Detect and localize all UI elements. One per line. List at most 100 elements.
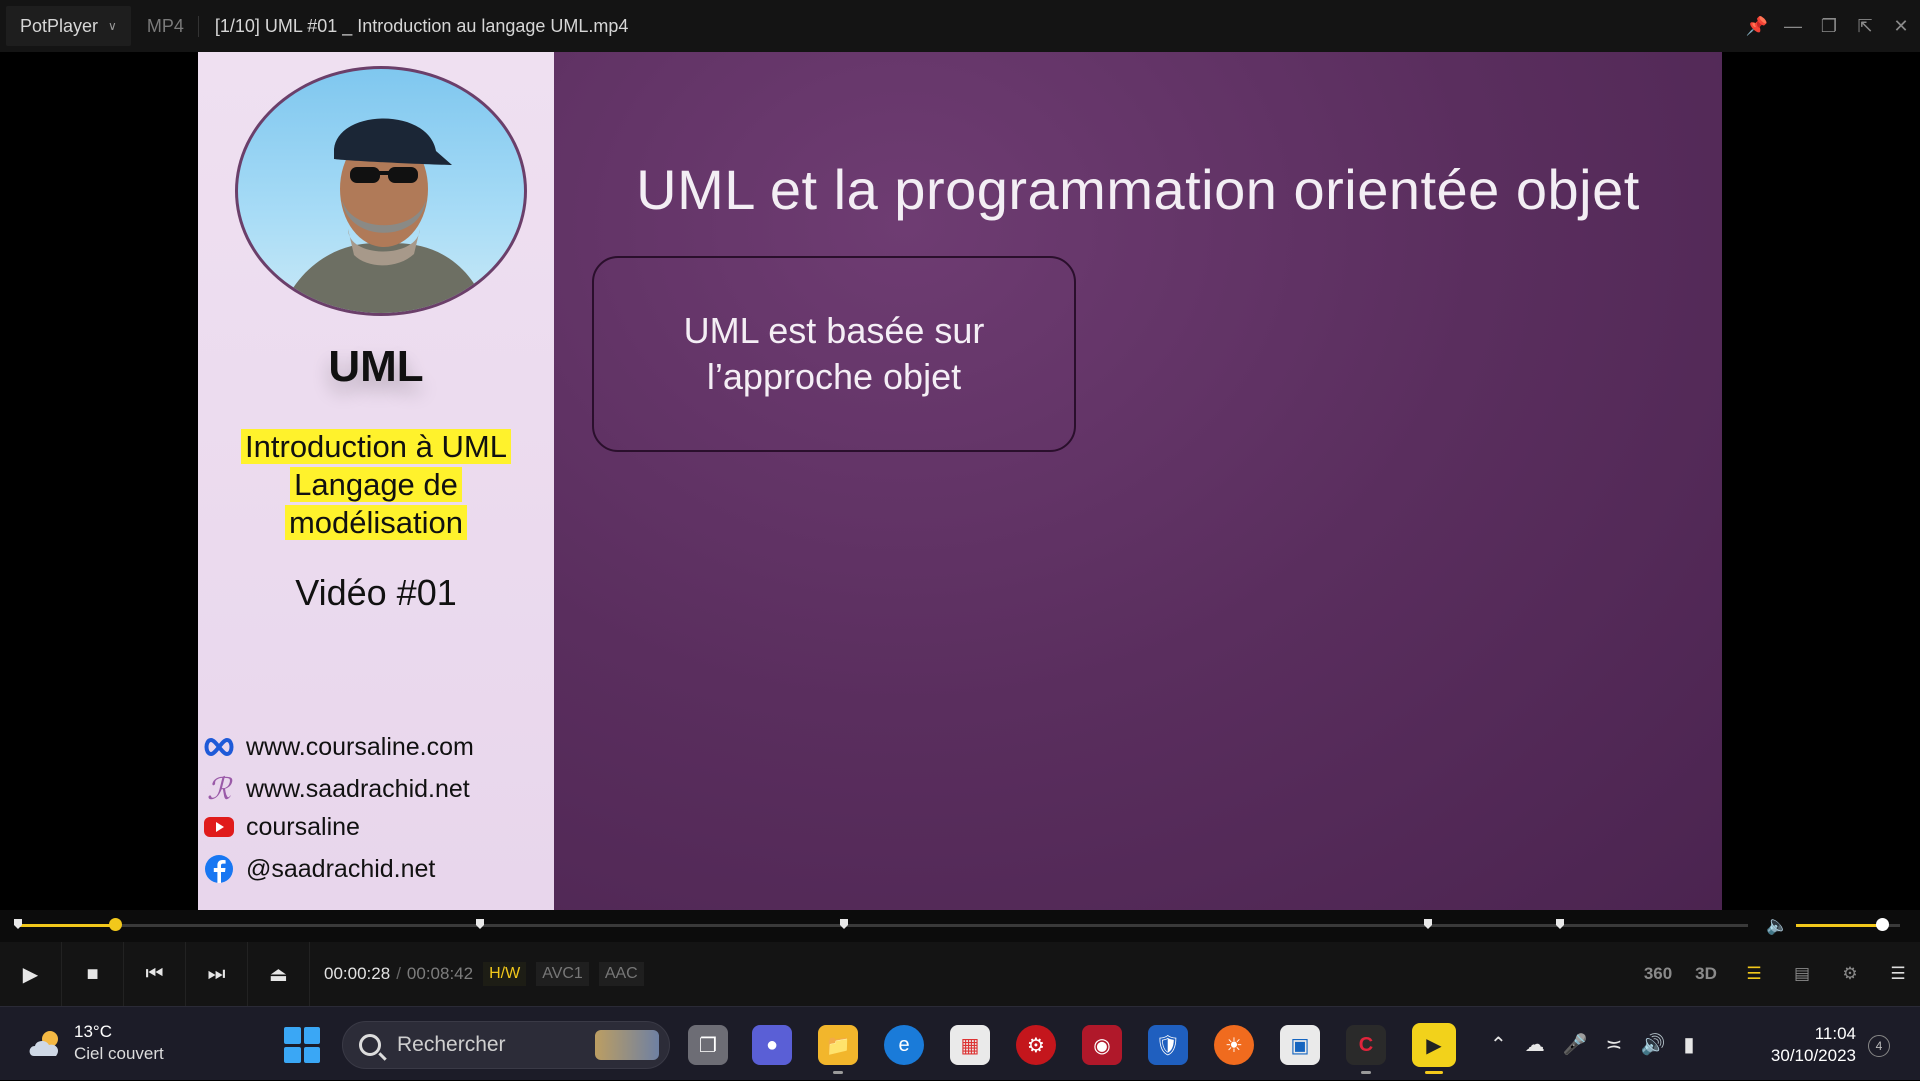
chapter-marker[interactable] [840, 919, 848, 929]
course-subtitle: Introduction à UML Langage de modélisati… [198, 428, 554, 542]
window-controls: 📌 — ❐ ⇱ ✕ [1746, 0, 1912, 52]
eject-icon: ⏏ [269, 963, 288, 986]
play-icon: ▶ [22, 963, 39, 986]
facebook-icon [202, 854, 236, 884]
subtitle-line-3: modélisation [284, 505, 468, 540]
app-menu-button[interactable]: PotPlayer ∨ [6, 6, 131, 46]
title-bar: PotPlayer ∨ MP4 [1/10] UML #01 _ Introdu… [0, 0, 1920, 52]
link-text: www.saadrachid.net [246, 774, 470, 803]
link-facebook: @saadrachid.net [202, 854, 435, 884]
onedrive-cloud-icon[interactable]: ☁ [1525, 1032, 1545, 1057]
ccleaner-icon[interactable]: C [1346, 1025, 1386, 1065]
search-placeholder: Rechercher [397, 1033, 506, 1056]
volume-icon[interactable]: 🔈 [1766, 915, 1788, 936]
link-text: coursaline [246, 812, 360, 841]
chevron-up-icon[interactable]: ⌃ [1490, 1032, 1507, 1057]
skip-next-icon: ⏭ [207, 962, 226, 985]
right-controls: 360 3D ☰ ▤ ⚙ ☰ [1644, 942, 1912, 1006]
pin-icon[interactable]: 📌 [1746, 15, 1768, 37]
taskbar-clock[interactable]: 11:04 30/10/2023 [1740, 1023, 1856, 1067]
previous-button[interactable]: ⏮ [124, 942, 186, 1006]
slide-title: UML et la programmation orientée objet [636, 158, 1640, 221]
chapter-marker[interactable] [14, 919, 22, 929]
clock-date: 30/10/2023 [1770, 1046, 1856, 1065]
link-youtube: coursaline [202, 812, 360, 842]
firefox-icon[interactable]: ☀ [1214, 1025, 1254, 1065]
file-title: [1/10] UML #01 _ Introduction au langage… [214, 15, 629, 36]
fullscreen-icon[interactable]: ⇱ [1854, 15, 1876, 37]
chapter-marker[interactable] [1556, 919, 1564, 929]
playlist-icon[interactable]: ▤ [1788, 960, 1816, 988]
volume-fill [1796, 924, 1883, 927]
task-view-icon[interactable]: ❐ [688, 1025, 728, 1065]
security-shield-icon[interactable]: 🛡 [1148, 1025, 1188, 1065]
slide-left-panel: UML Introduction à UML Langage de modéli… [198, 52, 554, 910]
3d-button[interactable]: 3D [1692, 960, 1720, 988]
volume-handle[interactable] [1876, 918, 1890, 931]
time-separator: / [396, 964, 401, 983]
eject-button[interactable]: ⏏ [248, 942, 310, 1006]
close-icon[interactable]: ✕ [1890, 15, 1912, 37]
microphone-icon[interactable]: 🎤 [1563, 1032, 1588, 1057]
app-name: PotPlayer [20, 15, 99, 36]
link-text: www.coursaline.com [246, 732, 474, 761]
app-red-icon[interactable]: ⚙ [1016, 1025, 1056, 1065]
video-codec-badge[interactable]: AVC1 [536, 962, 589, 986]
screen-recorder-icon[interactable]: ◉ [1082, 1025, 1122, 1065]
restore-icon[interactable]: ❐ [1818, 15, 1840, 37]
next-button[interactable]: ⏭ [186, 942, 248, 1006]
file-explorer-icon[interactable]: 📁 [818, 1025, 858, 1065]
seek-bar[interactable] [18, 924, 1748, 927]
clock-time: 11:04 [1814, 1024, 1856, 1043]
video-frame: UML Introduction à UML Langage de modéli… [198, 52, 1722, 910]
youtube-icon [202, 812, 236, 842]
subtitle-line-2: Langage de [290, 467, 462, 502]
hw-decoder-badge[interactable]: H/W [483, 962, 527, 986]
presenter-illustration [280, 118, 488, 313]
search-highlight-image [595, 1030, 659, 1060]
video-number: Vidéo #01 [295, 572, 457, 613]
battery-icon[interactable]: ▮ [1683, 1032, 1694, 1057]
course-heading: UML [328, 342, 424, 391]
seek-handle[interactable] [108, 918, 122, 931]
window-app-icon[interactable]: ▣ [1280, 1025, 1320, 1065]
weather-temperature: 13°C [74, 1022, 112, 1041]
slide-callout-box: UML est basée sur l’approche objet [592, 256, 1076, 452]
stop-button[interactable]: ■ [62, 942, 124, 1006]
sr-logo-icon: ℛ [207, 771, 231, 807]
microsoft-store-icon[interactable]: ▦ [950, 1025, 990, 1065]
edge-browser-icon[interactable]: e [884, 1025, 924, 1065]
chapter-marker[interactable] [1424, 919, 1432, 929]
chevron-down-icon: ∨ [108, 19, 117, 33]
potplayer-taskbar-icon[interactable]: ▶ [1412, 1023, 1456, 1067]
playlist-search-icon[interactable]: ☰ [1740, 960, 1768, 988]
running-indicator [1361, 1071, 1371, 1074]
speaker-icon[interactable]: 🔊 [1640, 1032, 1665, 1057]
skip-previous-icon: ⏮ [145, 962, 164, 985]
system-tray: ⌃ ☁ 🎤 ≍ 🔊 ▮ [1490, 1007, 1694, 1081]
notification-badge[interactable]: 4 [1868, 1035, 1890, 1057]
audio-codec-badge[interactable]: AAC [598, 962, 644, 986]
vr-360-button[interactable]: 360 [1644, 960, 1672, 988]
start-button[interactable] [284, 1027, 320, 1063]
seek-bar-area: 🔈 [0, 910, 1920, 942]
current-time: 00:00:28 [324, 964, 391, 983]
weather-description: Ciel couvert [74, 1044, 164, 1063]
running-indicator [833, 1071, 843, 1074]
subtitle-line-1: Introduction à UML [241, 429, 511, 464]
play-button[interactable]: ▶ [0, 942, 62, 1006]
settings-gear-icon[interactable]: ⚙ [1836, 960, 1864, 988]
callout-line-2: l’approche objet [706, 356, 962, 397]
taskbar-search[interactable]: Rechercher [342, 1021, 670, 1069]
wifi-icon[interactable]: ≍ [1606, 1032, 1623, 1057]
slide-right-panel: UML et la programmation orientée objet U… [554, 52, 1722, 910]
weather-widget[interactable]: 13°C Ciel couvert [26, 1021, 164, 1065]
total-time[interactable]: 00:08:42 [407, 964, 473, 984]
minimize-icon[interactable]: — [1782, 15, 1804, 37]
menu-icon[interactable]: ☰ [1884, 960, 1912, 988]
video-area[interactable]: UML Introduction à UML Langage de modéli… [0, 52, 1920, 910]
stop-icon: ■ [86, 962, 99, 985]
callout-line-1: UML est basée sur [683, 310, 985, 351]
teams-chat-icon[interactable]: ● [752, 1025, 792, 1065]
chapter-marker[interactable] [476, 919, 484, 929]
